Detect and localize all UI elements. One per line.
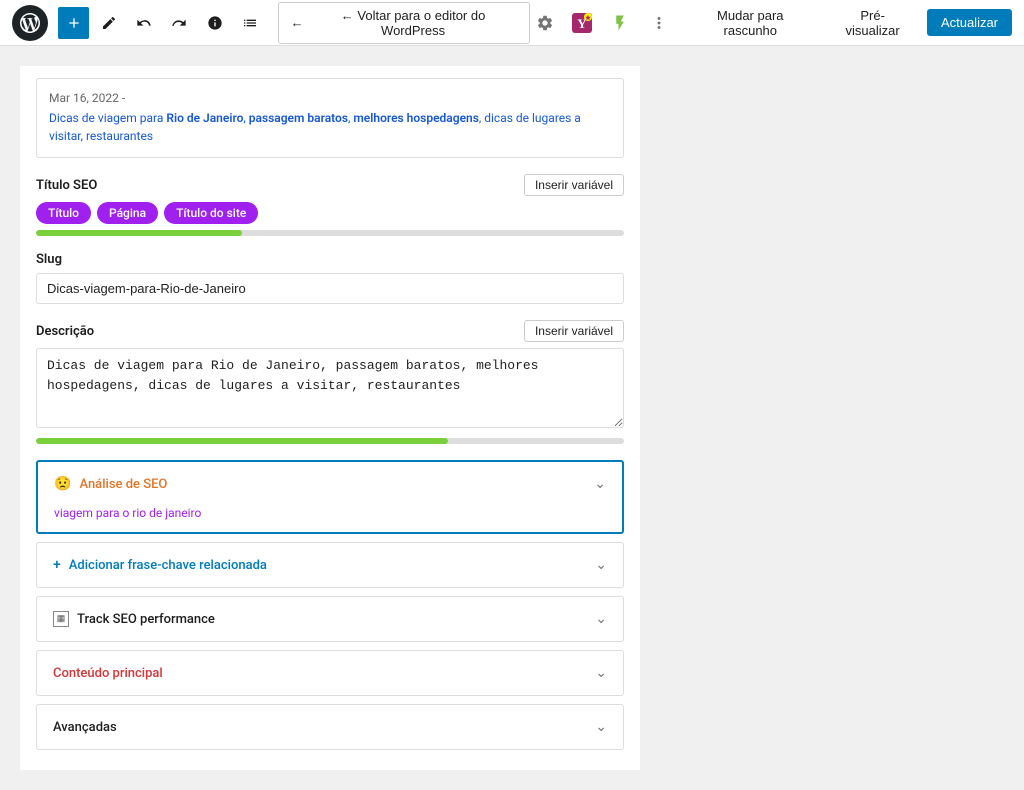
add-button[interactable] [58, 7, 89, 39]
seo-analysis-emoji: 😟 [54, 476, 71, 492]
add-related-icon: + [53, 557, 61, 573]
seo-analysis-subtitle: viagem para o rio de janeiro [38, 506, 622, 532]
snippet-preview: Mar 16, 2022 - Dicas de viagem para Rio … [36, 78, 624, 158]
avancadas-header[interactable]: Avançadas ⌄ [37, 705, 623, 749]
track-seo-section: ▦ Track SEO performance ⌄ [36, 596, 624, 642]
edit-button[interactable] [93, 7, 124, 39]
snippet-date-text: Mar 16, 2022 - [49, 91, 125, 105]
seo-analysis-chevron: ⌄ [594, 476, 606, 492]
seo-panel: Mar 16, 2022 - Dicas de viagem para Rio … [20, 66, 640, 770]
conteudo-header[interactable]: Conteúdo principal ⌄ [37, 651, 623, 695]
avancadas-label: Avançadas [53, 720, 117, 735]
seo-analysis-header[interactable]: 😟 Análise de SEO ⌄ [38, 462, 622, 506]
pill-titulo-site[interactable]: Título do site [164, 202, 258, 224]
seo-title-insert-var-label: Inserir variável [535, 178, 613, 192]
snippet-date: Mar 16, 2022 - [49, 91, 611, 105]
preview-button[interactable]: Pré-visualizar [826, 4, 919, 42]
publish-label: Actualizar [941, 15, 998, 30]
toolbar-right: Y ★ Mudar para rascunho Pré-visualizar A… [530, 4, 1012, 42]
description-section: Descrição Inserir variável Dicas de viag… [36, 320, 624, 444]
seo-analysis-subtitle-text: viagem para o rio de janeiro [54, 506, 201, 520]
seo-title-section: Título SEO Inserir variável Título Págin… [36, 174, 624, 236]
track-seo-chevron: ⌄ [595, 611, 607, 627]
seo-analysis-title-row: 😟 Análise de SEO [54, 476, 167, 492]
track-seo-label: Track SEO performance [77, 612, 215, 627]
avancadas-chevron: ⌄ [595, 719, 607, 735]
conteudo-section: Conteúdo principal ⌄ [36, 650, 624, 696]
track-seo-header[interactable]: ▦ Track SEO performance ⌄ [37, 597, 623, 641]
editor-area: Mar 16, 2022 - Dicas de viagem para Rio … [0, 46, 1024, 790]
avancadas-title-row: Avançadas [53, 720, 117, 735]
lightning-icon-button[interactable] [604, 7, 635, 39]
related-keyword-label: Adicionar frase-chave relacionada [69, 558, 267, 573]
description-label: Descrição [36, 324, 94, 339]
pill-titulo[interactable]: Título [36, 202, 91, 224]
description-insert-var-label: Inserir variável [535, 324, 613, 338]
svg-text:★: ★ [585, 14, 592, 22]
mudar-label: Mudar para rascunho [717, 8, 783, 38]
preview-label: Pré-visualizar [846, 8, 900, 38]
slug-section: Slug [36, 252, 624, 304]
related-keyword-header[interactable]: + Adicionar frase-chave relacionada ⌄ [37, 543, 623, 587]
top-bar: ← ← Voltar para o editor do WordPress Y … [0, 0, 1024, 46]
track-seo-title-row: ▦ Track SEO performance [53, 611, 215, 627]
seo-title-label: Título SEO [36, 178, 97, 193]
conteudo-title-row: Conteúdo principal [53, 666, 163, 681]
seo-analysis-label: Análise de SEO [79, 477, 167, 492]
seo-analysis-section: 😟 Análise de SEO ⌄ viagem para o rio de … [36, 460, 624, 534]
redo-button[interactable] [164, 7, 195, 39]
main-wrapper: Mar 16, 2022 - Dicas de viagem para Rio … [0, 46, 1024, 790]
pill-pagina[interactable]: Página [97, 202, 158, 224]
seo-title-insert-var-button[interactable]: Inserir variável [524, 174, 624, 196]
more-options-button[interactable] [643, 7, 674, 39]
conteudo-chevron: ⌄ [595, 665, 607, 681]
back-label: ← Voltar para o editor do WordPress [310, 8, 517, 38]
settings-icon-button[interactable] [530, 7, 561, 39]
toolbar-left: ← ← Voltar para o editor do WordPress [12, 2, 530, 44]
description-insert-var-button[interactable]: Inserir variável [524, 320, 624, 342]
info-button[interactable] [199, 7, 230, 39]
seo-title-progress-fill [36, 230, 242, 236]
back-to-editor-button[interactable]: ← ← Voltar para o editor do WordPress [278, 2, 530, 44]
seo-title-label-row: Título SEO Inserir variável [36, 174, 624, 196]
kw-highlight-1: Rio de Janeiro [166, 111, 243, 125]
description-progress [36, 438, 624, 444]
yoast-icon[interactable]: Y ★ [569, 9, 596, 37]
kw-highlight-2: passagem baratos [249, 111, 348, 125]
slug-label: Slug [36, 252, 62, 267]
description-progress-fill [36, 438, 448, 444]
related-keyword-section: + Adicionar frase-chave relacionada ⌄ [36, 542, 624, 588]
undo-button[interactable] [129, 7, 160, 39]
wordpress-logo[interactable] [12, 5, 48, 41]
related-keyword-chevron: ⌄ [595, 557, 607, 573]
avancadas-section: Avançadas ⌄ [36, 704, 624, 750]
conteudo-label: Conteúdo principal [53, 666, 163, 681]
slug-input[interactable] [36, 273, 624, 304]
back-arrow-icon: ← [291, 15, 304, 30]
seo-title-pills: Título Página Título do site [36, 202, 624, 224]
related-keyword-title-row: + Adicionar frase-chave relacionada [53, 557, 267, 573]
snippet-keywords: Dicas de viagem para Rio de Janeiro, pas… [49, 109, 611, 145]
list-view-button[interactable] [234, 7, 265, 39]
publish-button[interactable]: Actualizar [927, 9, 1012, 36]
track-seo-icon: ▦ [53, 611, 69, 627]
description-label-row: Descrição Inserir variável [36, 320, 624, 342]
mudar-rascunho-button[interactable]: Mudar para rascunho [682, 4, 818, 42]
description-textarea[interactable]: Dicas de viagem para Rio de Janeiro, pas… [36, 348, 624, 428]
seo-title-progress [36, 230, 624, 236]
slug-label-row: Slug [36, 252, 624, 267]
kw-highlight-3: melhores hospedagens [353, 111, 479, 125]
